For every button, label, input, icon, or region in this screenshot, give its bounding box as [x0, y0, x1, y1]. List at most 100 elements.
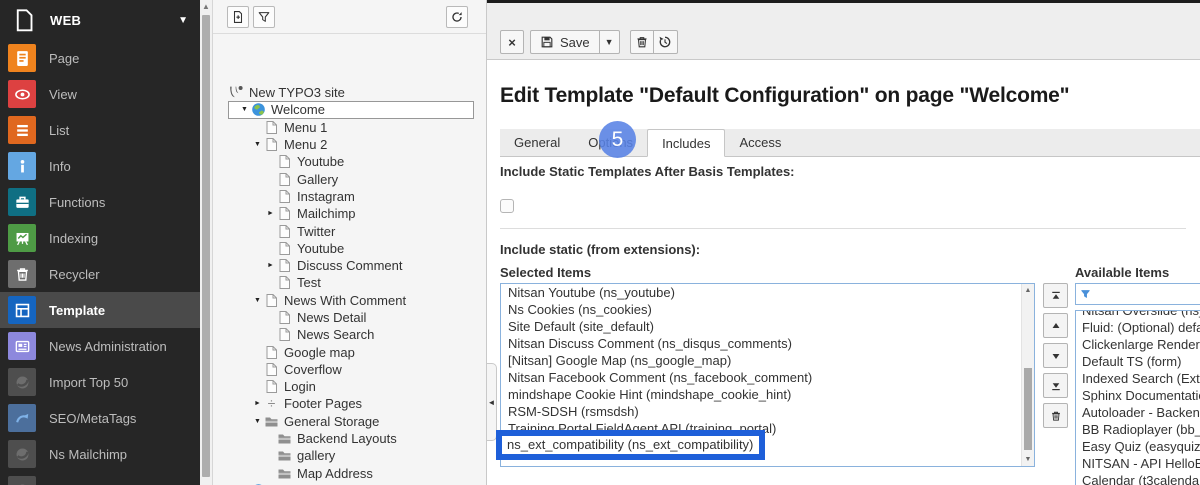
tree-item[interactable]: Google map [213, 343, 486, 360]
available-item-option[interactable]: Sphinx Documentation (sphinx) [1082, 387, 1200, 404]
available-item-option[interactable]: Indexed Search (Extbase) [1082, 370, 1200, 387]
tree-item[interactable]: ▼ News With Comment [213, 292, 486, 309]
tree-item[interactable]: Coverflow [213, 361, 486, 378]
save-button[interactable]: Save [530, 30, 600, 54]
module-menu-item[interactable]: Page [0, 40, 200, 76]
tree-item[interactable]: News Detail [213, 309, 486, 326]
tree-root-node[interactable]: New TYPO3 site [213, 84, 486, 101]
tree-item[interactable]: Login [213, 378, 486, 395]
tree-caret-icon[interactable]: ► [264, 262, 277, 269]
delete-button[interactable] [629, 30, 654, 54]
selected-item-option[interactable]: Nitsan Youtube (ns_youtube) [508, 284, 1034, 301]
selected-item-option[interactable]: Nitsan Facebook Comment (ns_facebook_com… [508, 369, 1034, 386]
module-menu-item[interactable]: Functions [0, 184, 200, 220]
page-icon [264, 345, 279, 360]
module-menu-item[interactable]: Import Top 50 [0, 364, 200, 400]
tree-caret-icon[interactable]: ► [264, 210, 277, 217]
scrollbar-thumb[interactable] [1024, 368, 1032, 450]
highlighted-selected-item[interactable]: ns_ext_compatibility (ns_ext_compatibili… [502, 436, 760, 454]
available-item-option[interactable]: BB Radioplayer (bb_radioplayer) [1082, 421, 1200, 438]
tree-caret-icon[interactable]: ▼ [251, 297, 264, 304]
basis-templates-checkbox[interactable] [500, 199, 514, 213]
module-menu-item[interactable]: List [0, 112, 200, 148]
tree-item[interactable]: ► Mailchimp [213, 205, 486, 222]
available-item-option[interactable]: Default TS (form) [1082, 353, 1200, 370]
seo-module-icon [8, 404, 36, 432]
selected-item-option[interactable]: [Nitsan] Google Map (ns_google_map) [508, 352, 1034, 369]
available-item-option[interactable]: Fluid: (Optional) default content [1082, 319, 1200, 336]
refresh-button[interactable] [446, 6, 468, 28]
module-menu-scrollbar[interactable]: ▲ [200, 0, 213, 485]
selected-item-option[interactable]: mindshape Cookie Hint (mindshape_cookie_… [508, 386, 1034, 403]
module-menu-item[interactable]: Ns Mailchimp [0, 436, 200, 472]
tree-item-label: Menu 1 [284, 119, 328, 135]
tree-item[interactable]: Gallery [213, 170, 486, 187]
available-items-list[interactable]: Nitsan Overslide (ns_overslide) Fluid: (… [1075, 310, 1200, 485]
available-item-option[interactable]: NITSAN - API HelloBar.com [1082, 455, 1200, 472]
tab[interactable]: General [500, 129, 574, 156]
selected-item-option[interactable]: Nitsan Discuss Comment (ns_disqus_commen… [508, 335, 1034, 352]
globe-icon [251, 102, 266, 117]
module-menu-item[interactable]: Recycler [0, 256, 200, 292]
move-to-top-button[interactable] [1043, 283, 1068, 308]
tree-item[interactable]: Map Address [213, 465, 486, 482]
available-filter [1075, 283, 1200, 305]
save-options-button[interactable]: ▼ [599, 30, 620, 54]
tab[interactable]: Includes [647, 129, 726, 157]
move-to-bottom-button[interactable] [1043, 373, 1068, 398]
close-button[interactable]: × [500, 30, 524, 54]
tree-item[interactable]: ▼ Welcome [228, 101, 474, 119]
tree-item[interactable]: Youtube [213, 153, 486, 170]
module-menu-item[interactable]: Info [0, 148, 200, 184]
available-item-option[interactable]: Clickenlarge Rendering (clickenlarge) [1082, 336, 1200, 353]
tree-caret-icon[interactable]: ► [251, 400, 264, 407]
filter-button[interactable] [253, 6, 275, 28]
tree-caret-icon[interactable]: ▼ [238, 106, 251, 113]
selected-item-option[interactable]: RSM-SDSH (rsmsdsh) [508, 403, 1034, 420]
scroll-up-icon[interactable]: ▲ [200, 0, 212, 13]
move-down-button[interactable] [1043, 343, 1068, 368]
module-menu-item[interactable]: Indexing [0, 220, 200, 256]
page-module-icon [8, 44, 36, 72]
scrollbar-thumb[interactable] [202, 15, 210, 477]
selected-item-option[interactable]: Site Default (site_default) [508, 318, 1034, 335]
new-page-button[interactable] [227, 6, 249, 28]
tree-item[interactable]: Backend Layouts [213, 430, 486, 447]
tree-caret-icon[interactable]: ▼ [251, 141, 264, 148]
page-tree-list: ▼ Welcome Menu 1 ▼ Menu 2 Youtube Galler… [213, 101, 486, 485]
tab[interactable]: Access [725, 129, 795, 156]
tree-item[interactable]: Test [213, 274, 486, 291]
module-menu-item[interactable] [0, 472, 200, 485]
tree-item[interactable]: Youtube [213, 240, 486, 257]
available-filter-input[interactable] [1096, 286, 1200, 302]
available-item-option[interactable]: Autoloader - BackendLayout [1082, 404, 1200, 421]
tree-item[interactable]: ► Discuss Comment [213, 257, 486, 274]
selected-item-option[interactable]: Ns Cookies (ns_cookies) [508, 301, 1034, 318]
chevron-down-icon[interactable]: ▼ [178, 15, 188, 26]
include-static-label: Include static (from extensions): [500, 242, 701, 257]
tree-item[interactable]: ▼ General Storage [213, 413, 486, 430]
remove-item-button[interactable] [1043, 403, 1068, 428]
module-group-web[interactable]: WEB ▼ [0, 0, 200, 40]
available-item-option[interactable]: Calendar (t3calendar) [1082, 472, 1200, 485]
tree-item[interactable]: ▼ Menu 2 [213, 136, 486, 153]
tree-item[interactable]: News Search [213, 326, 486, 343]
selected-list-scrollbar[interactable]: ▲ ▼ [1021, 284, 1034, 466]
scroll-down-icon[interactable]: ▼ [1022, 453, 1034, 466]
tree-item[interactable]: ► ÷ Footer Pages [213, 395, 486, 412]
move-up-button[interactable] [1043, 313, 1068, 338]
module-menu-item[interactable]: Template [0, 292, 200, 328]
module-menu-item[interactable]: SEO/MetaTags [0, 400, 200, 436]
module-menu-item[interactable]: News Administration [0, 328, 200, 364]
module-menu-item[interactable]: View [0, 76, 200, 112]
tree-item[interactable]: Twitter [213, 222, 486, 239]
available-item-option[interactable]: Easy Quiz (easyquiz) [1082, 438, 1200, 455]
scroll-up-icon[interactable]: ▲ [1022, 284, 1034, 297]
history-button[interactable] [653, 30, 678, 54]
tree-item[interactable]: Instagram [213, 188, 486, 205]
page-icon [264, 137, 279, 152]
tree-caret-icon[interactable]: ▼ [251, 418, 264, 425]
available-item-option[interactable]: Nitsan Overslide (ns_overslide) [1082, 311, 1200, 319]
tree-item[interactable]: gallery [213, 447, 486, 464]
tree-item[interactable]: Menu 1 [213, 119, 486, 136]
